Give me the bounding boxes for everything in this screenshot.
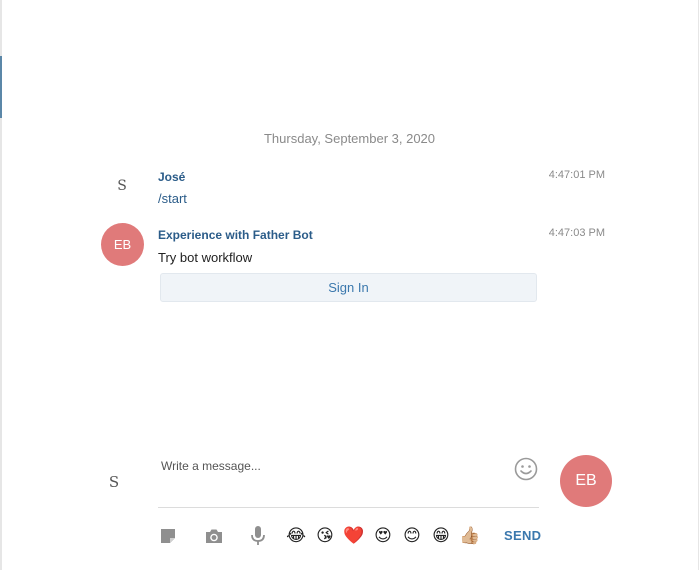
composer-divider [158, 507, 539, 508]
message-input[interactable] [158, 452, 500, 480]
emoji-heart-eyes[interactable]: 😍 [372, 525, 394, 547]
avatar: S [117, 178, 127, 194]
sign-in-button[interactable]: Sign In [160, 273, 537, 302]
avatar: EB [101, 223, 144, 266]
date-separator: Thursday, September 3, 2020 [263, 131, 436, 146]
emoji-tears-of-joy[interactable]: 😂 [285, 525, 307, 547]
emoji-kiss[interactable]: 😘 [314, 525, 336, 547]
file-icon[interactable] [158, 524, 180, 548]
emoji-smile[interactable]: 😊 [401, 525, 423, 547]
message-text: /start [158, 191, 187, 206]
bot-avatar: EB [560, 455, 612, 507]
message-text: Try bot workflow [158, 250, 253, 265]
send-button[interactable]: SEND [504, 528, 541, 543]
microphone-icon[interactable] [247, 524, 269, 548]
message-time: 4:47:03 PM [548, 227, 605, 239]
message-time: 4:47:01 PM [548, 169, 605, 181]
camera-icon[interactable] [203, 524, 225, 548]
sender-name: Experience with Father Bot [158, 228, 313, 242]
emoji-grin[interactable]: 😁 [430, 525, 452, 547]
user-avatar: S [108, 473, 120, 491]
message-item: S José 4:47:01 PM /start [100, 168, 610, 208]
emoji-thumbs-up[interactable]: 👍🏼 [459, 525, 481, 547]
emoji-picker-icon[interactable] [514, 457, 538, 481]
sidebar-active-indicator [0, 56, 2, 118]
sender-name: José [158, 170, 186, 184]
emoji-heart[interactable]: ❤️ [343, 525, 365, 547]
